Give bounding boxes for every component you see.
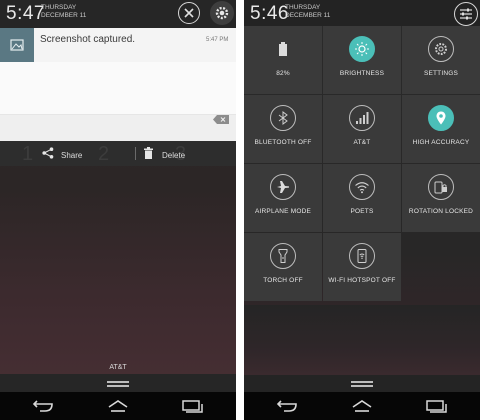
close-icon [184,8,194,18]
image-icon [0,28,34,62]
notification-time: 5:47 PM [206,37,229,43]
tile-label: BRIGHTNESS [339,70,385,77]
quick-settings-edit-button[interactable] [454,2,478,26]
battery-icon [279,42,287,56]
homescreen-dock [244,305,480,375]
signal-icon [356,112,369,124]
backspace-icon[interactable] [213,115,229,124]
rotation-lock-icon [434,181,447,194]
back-icon[interactable] [276,400,298,412]
tile-torch[interactable]: TORCH OFF [244,233,322,301]
clear-all-button[interactable] [178,2,200,24]
shade-drag-handle[interactable] [0,374,236,392]
dial-digit: 1 [22,143,34,165]
tile-hotspot[interactable]: WI-FI HOTSPOT OFF [323,233,401,301]
screenshot-notification[interactable]: Screenshot captured. 5:47 PM [0,28,236,62]
tile-label: ROTATION LOCKED [408,208,474,215]
tile-bluetooth[interactable]: BLUETOOTH OFF [244,95,322,163]
tile-brightness[interactable]: BRIGHTNESS [323,26,401,94]
tile-airplane[interactable]: AIRPLANE MODE [244,164,322,232]
clock-date: THURSDAY DECEMBER 11 [41,4,87,19]
airplane-icon [277,181,289,193]
notification-title: Screenshot captured. [40,34,136,45]
quick-settings-panel: 5:46 THURSDAY DECEMBER 11 82% BRIGHTNESS… [244,0,480,420]
share-icon [42,147,54,159]
brightness-icon [355,42,369,56]
tile-rotation[interactable]: ROTATION LOCKED [402,164,480,232]
clock-date: THURSDAY DECEMBER 11 [285,4,331,19]
torch-icon [278,249,288,263]
dial-digit: 2 [98,143,110,165]
navigation-bar [0,392,236,420]
tile-battery[interactable]: 82% [244,26,322,94]
share-label: Share [61,151,83,160]
tile-label: HIGH ACCURACY [412,139,470,146]
shade-drag-handle[interactable] [244,375,480,392]
tile-label: TORCH OFF [263,277,303,284]
navigation-bar [244,392,480,420]
delete-label: Delete [162,151,186,160]
location-pin-icon [436,111,446,125]
tile-carrier[interactable]: AT&T [323,95,401,163]
trash-icon [144,147,153,159]
dialer-keypad-row [0,115,236,141]
tile-label: AT&T [353,139,371,146]
clock-time: 5:47 [6,3,45,24]
gear-icon [215,6,229,20]
tile-wifi[interactable]: POETS [323,164,401,232]
wifi-icon [355,182,369,194]
tile-label: BLUETOOTH OFF [254,139,312,146]
panel-gutter [236,0,244,420]
tile-label: WI-FI HOTSPOT OFF [328,277,396,284]
carrier-label: AT&T [109,364,127,371]
tile-label: 82% [276,70,290,77]
home-icon[interactable] [107,400,129,412]
back-icon[interactable] [32,400,54,412]
hotspot-icon [357,249,367,263]
clock-time: 5:46 [250,3,289,24]
tile-location[interactable]: HIGH ACCURACY [402,95,480,163]
notification-shade-panel: 5:47 THURSDAY DECEMBER 11 Screenshot cap… [0,0,236,420]
tile-label: SETTINGS [423,70,459,77]
tile-label: AIRPLANE MODE [254,208,312,215]
settings-gear-icon [435,43,447,55]
screenshot-actions-bar [0,141,236,166]
dialer-input-area [0,62,236,115]
bluetooth-icon [278,111,288,125]
settings-button[interactable] [210,1,234,25]
sliders-icon [460,8,472,20]
recent-apps-icon[interactable] [182,400,204,413]
home-icon[interactable] [351,400,373,412]
tile-settings[interactable]: SETTINGS [402,26,480,94]
status-header: 5:47 THURSDAY DECEMBER 11 [0,0,236,28]
status-header: 5:46 THURSDAY DECEMBER 11 [244,0,480,26]
action-divider [135,147,136,160]
recent-apps-icon[interactable] [426,400,448,413]
tile-label: POETS [350,208,374,215]
